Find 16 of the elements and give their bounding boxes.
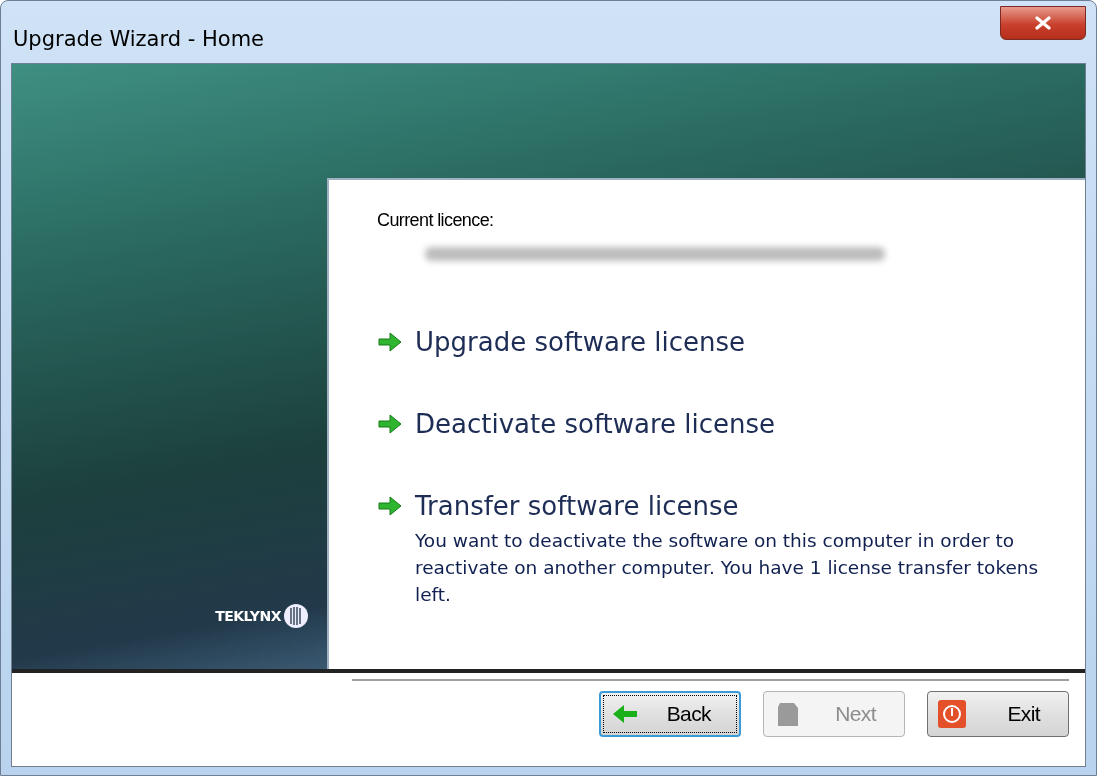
action-link[interactable]: Transfer software license: [415, 491, 739, 521]
logo-icon: [283, 603, 309, 629]
action-link[interactable]: Deactivate software license: [415, 409, 776, 439]
exit-button[interactable]: Exit: [927, 691, 1069, 737]
action-description: You want to deactivate the software on this computer in order to reactivate on another computer. You have 1 license transfer tokens left.: [415, 529, 1040, 607]
window-title: Upgrade Wizard - Home: [13, 27, 265, 51]
arrow-right-icon: [377, 330, 403, 354]
close-button[interactable]: [1000, 6, 1086, 40]
action-link[interactable]: Upgrade software license: [415, 327, 746, 357]
arrow-right-icon: [377, 494, 403, 518]
arrow-right-icon: [377, 412, 403, 436]
close-icon: [1034, 16, 1052, 30]
logo-text: TEKLYNX: [215, 608, 281, 624]
licence-label: Current licence:: [377, 210, 495, 231]
power-icon: [938, 700, 966, 728]
back-button[interactable]: Back: [599, 691, 741, 737]
